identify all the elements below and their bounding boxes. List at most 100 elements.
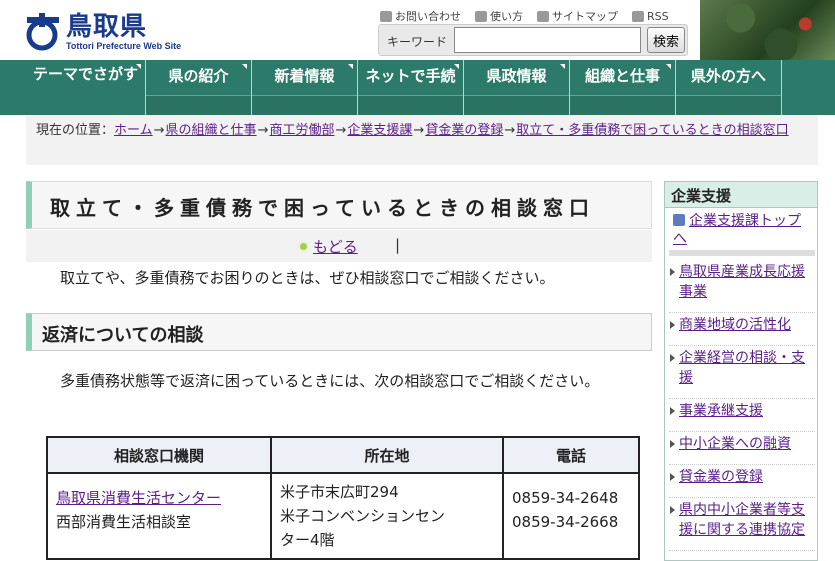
sidebar-item-label[interactable]: 貸金業の登録 [679, 469, 763, 485]
column-header: 電話 [502, 436, 640, 474]
nav-item-underbar [676, 95, 781, 115]
sidebar-item[interactable]: 事業承継支援 [669, 401, 815, 432]
sidebar: 企業支援 企業支援課トップへ 鳥取県産業成長応援事業 商業地域の活性化 企業経営… [664, 181, 818, 561]
nav-item-underbar [464, 95, 569, 115]
breadcrumb: 現在の位置：ホーム→県の組織と仕事→商工労働部→企業支援課→貸金業の登録→取立て… [26, 122, 818, 140]
corner-icon [666, 64, 671, 69]
search-label: キーワード [387, 35, 448, 49]
corner-icon [454, 64, 459, 69]
header-decoration-image [700, 0, 835, 60]
table-row: 鳥取県消費生活センター 西部消費生活相談室 米子市末広町294 米子コンベンショ… [46, 472, 640, 560]
sidebar-item-label[interactable]: 県内中小企業者等支援に関する連携協定 [679, 502, 805, 538]
site-name: 鳥取県 [66, 12, 148, 42]
nav-item-underbar [570, 95, 675, 115]
sidebar-heading-text: 企業支援 [671, 187, 732, 205]
sidebar-item-label[interactable]: 中小企業への融資 [679, 436, 791, 452]
arrow-right-icon [670, 268, 675, 276]
column-header: 所在地 [270, 436, 504, 474]
page-title-box: 取立て・多重債務で困っているときの相談窓口 [26, 181, 652, 229]
address-line: 米子市末広町294 [280, 483, 399, 501]
corner-icon [242, 64, 247, 69]
sidebar-list: 鳥取県産業成長応援事業 商業地域の活性化 企業経営の相談・支援 事業承継支援 中… [669, 262, 815, 553]
help-link[interactable]: 使い方 [475, 8, 523, 24]
nav-item-about[interactable]: 県の紹介 [146, 60, 252, 115]
nav-item-theme[interactable]: テーマでさがす [26, 60, 146, 115]
sidebar-top-link[interactable]: 企業支援課トップへ [673, 212, 813, 248]
back-separator: | [395, 236, 401, 254]
breadcrumb-enterprise[interactable]: 企業支援課 [347, 123, 412, 138]
breadcrumb-lending[interactable]: 貸金業の登録 [425, 123, 503, 138]
sidebar-item[interactable]: 商業地域の活性化 [669, 315, 815, 346]
sidebar-item[interactable]: 企業経営の相談・支援 [669, 348, 815, 399]
nav-item-organization[interactable]: 組織と仕事 [570, 60, 676, 115]
sidebar-item-label[interactable]: 事業承継支援 [679, 403, 763, 419]
org-sub: 西部消費生活相談室 [56, 513, 192, 531]
global-nav: テーマでさがす 県の紹介 新着情報 ネットで手続 県政情報 組織と仕事 県外の方… [26, 60, 835, 115]
nav-item-label: テーマでさがす [32, 65, 138, 83]
lead-text: 取立てや、多重債務でお困りのときは、ぜひ相談窓口でご相談ください。 [60, 269, 555, 287]
org-link[interactable]: 鳥取県消費生活センター [56, 489, 221, 507]
home-icon [673, 214, 685, 226]
sidebar-item[interactable]: 県内中小企業者等支援に関する連携協定 [669, 500, 815, 551]
back-link-label: もどる [313, 238, 358, 256]
rss-link-label: RSS [647, 9, 669, 23]
contact-icon [380, 10, 392, 22]
address-line: ター4階 [280, 531, 335, 549]
org-cell: 鳥取県消費生活センター 西部消費生活相談室 [46, 472, 272, 560]
sidebar-item-label[interactable]: 企業経営の相談・支援 [679, 350, 805, 386]
section-heading: 返済についての相談 [26, 313, 652, 351]
help-link-label: 使い方 [490, 10, 523, 23]
consultation-table: 相談窓口機関 所在地 電話 鳥取県消費生活センター 西部消費生活相談室 米子市末… [46, 436, 640, 560]
rss-link[interactable]: RSS [632, 8, 669, 24]
sidebar-item-label[interactable]: 鳥取県産業成長応援事業 [679, 264, 805, 300]
arrow-right-icon [670, 506, 675, 514]
site-header: 鳥取県 Tottori Prefecture Web Site お問い合わせ 使… [0, 0, 835, 60]
section-heading-text: 返済についての相談 [42, 325, 204, 346]
tel-value: 0859-34-2668 [512, 513, 619, 531]
nav-item-underbar [252, 95, 357, 115]
breadcrumb-separator: → [504, 123, 516, 138]
breadcrumb-org[interactable]: 県の組織と仕事 [166, 123, 257, 138]
breadcrumb-prefix: 現在の位置： [36, 123, 115, 138]
nav-item-underbar [358, 95, 463, 115]
section-body-text: 多重債務状態等で返済に困っているときには、次の相談窓口でご相談ください。 [60, 372, 600, 390]
sitemap-icon [537, 10, 549, 22]
tel-value: 0859-34-2648 [512, 489, 619, 507]
search-button[interactable]: 検索 [647, 27, 685, 53]
address-line: 米子コンベンションセン [280, 507, 446, 525]
nav-item-outside[interactable]: 県外の方へ [676, 60, 782, 115]
logo-mark-icon [26, 13, 59, 51]
arrow-right-icon [670, 407, 675, 415]
corner-icon [560, 64, 565, 69]
nav-item-label: 県政情報 [486, 67, 547, 85]
sidebar-item[interactable]: 貸金業の登録 [669, 467, 815, 498]
site-logo[interactable]: 鳥取県 Tottori Prefecture Web Site [24, 8, 199, 54]
breadcrumb-commerce[interactable]: 商工労働部 [269, 123, 334, 138]
search-input[interactable] [454, 27, 641, 53]
nav-item-label: 新着情報 [274, 67, 335, 85]
contact-link[interactable]: お問い合わせ [380, 8, 461, 24]
nav-item-government[interactable]: 県政情報 [464, 60, 570, 115]
nav-item-label: 県外の方へ [690, 67, 766, 85]
corner-icon [136, 64, 141, 69]
sidebar-item-label[interactable]: 商業地域の活性化 [679, 317, 791, 333]
breadcrumb-separator: → [335, 123, 347, 138]
breadcrumb-home[interactable]: ホーム [114, 123, 153, 138]
back-link[interactable]: もどる [298, 236, 358, 257]
sidebar-top-link-label[interactable]: 企業支援課トップへ [673, 213, 801, 247]
sidebar-heading: 企業支援 [665, 182, 817, 208]
sidebar-item[interactable]: 鳥取県産業成長応援事業 [669, 262, 815, 313]
arrow-right-icon [670, 354, 675, 362]
sidebar-item[interactable]: 中小企業への融資 [669, 434, 815, 465]
column-header: 相談窓口機関 [46, 436, 272, 474]
nav-edge [0, 60, 26, 115]
help-icon [475, 10, 487, 22]
nav-item-news[interactable]: 新着情報 [252, 60, 358, 115]
breadcrumb-current[interactable]: 取立て・多重債務で困っているときの相談窓口 [516, 123, 788, 138]
table-header-row: 相談窓口機関 所在地 電話 [46, 436, 640, 474]
arrow-right-icon [670, 440, 675, 448]
sitemap-link[interactable]: サイトマップ [537, 8, 618, 24]
nav-item-online[interactable]: ネットで手続 [358, 60, 464, 115]
rss-icon [632, 10, 644, 22]
nav-item-label: ネットで手続 [365, 67, 456, 85]
